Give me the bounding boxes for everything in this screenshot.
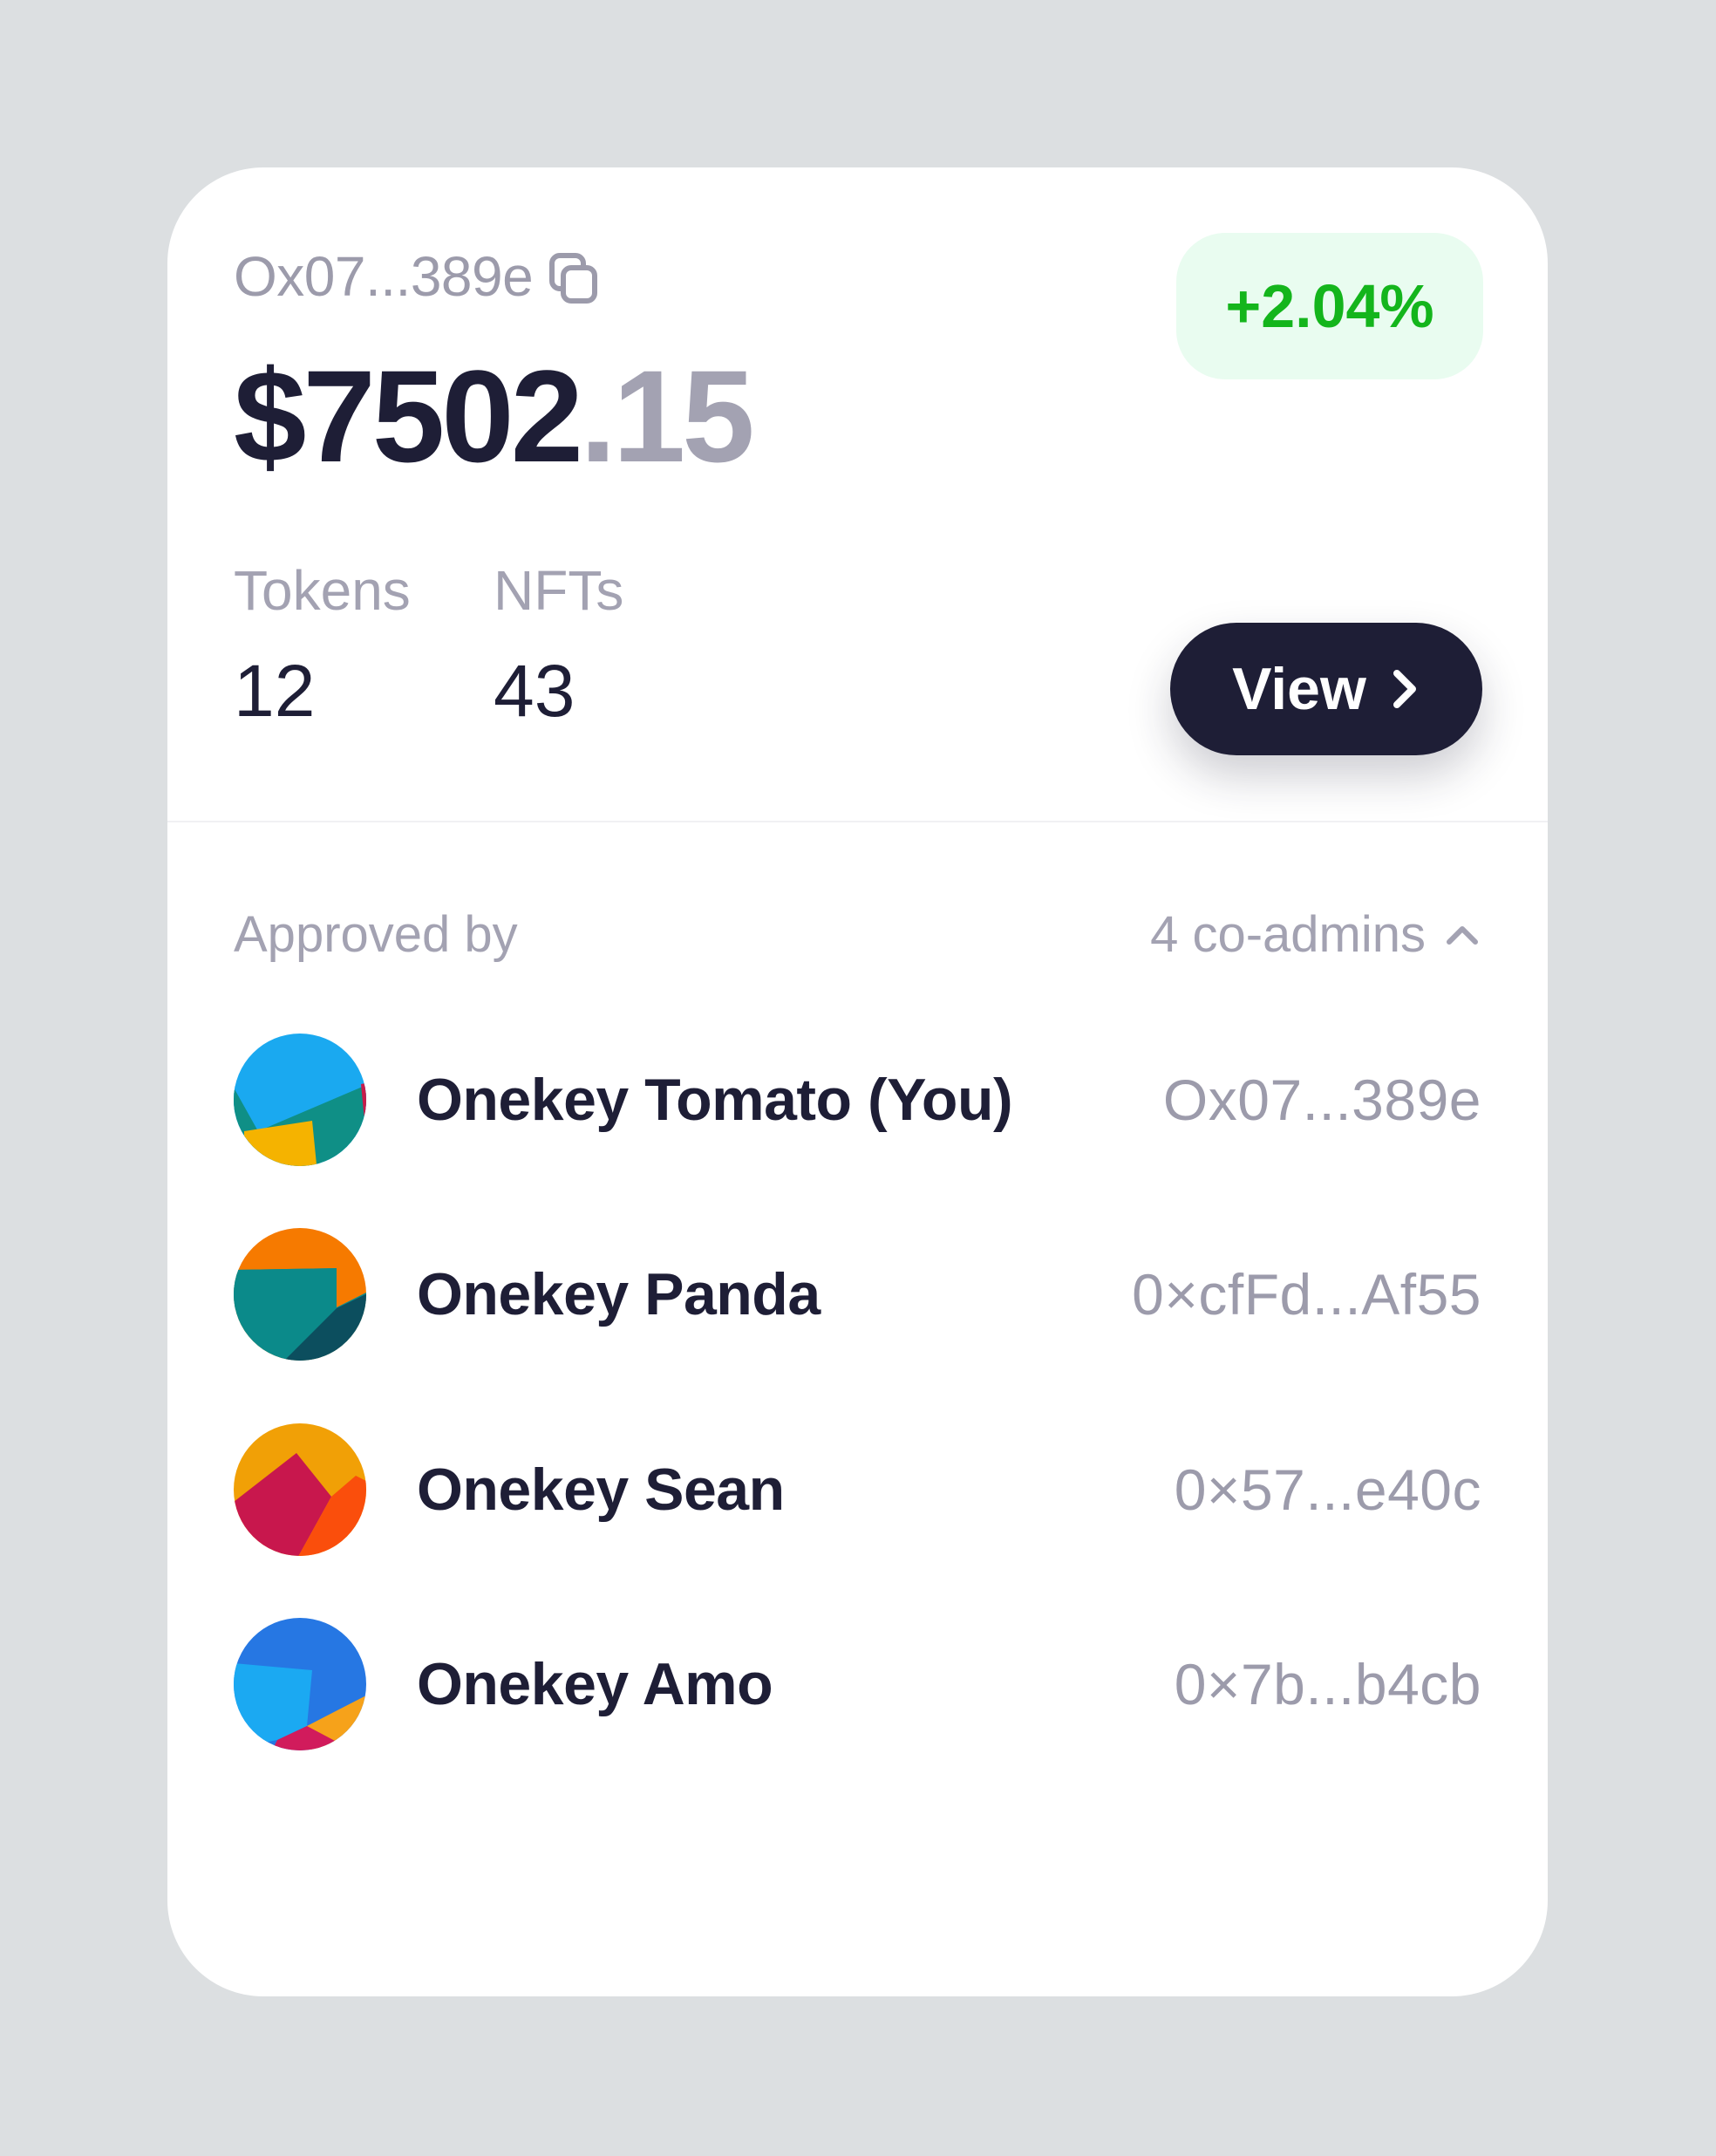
co-admins-toggle[interactable]: 4 co-admins: [1150, 900, 1480, 970]
admin-name: Onekey Sean: [417, 1457, 785, 1523]
approved-by-label: Approved by: [234, 906, 518, 963]
admin-name: Onekey Panda: [417, 1261, 821, 1327]
copy-icon[interactable]: [548, 252, 599, 304]
avatar: [234, 1618, 366, 1750]
tokens-stat: Tokens 12: [234, 556, 411, 739]
admin-address: 0×cfFd...Af55: [1132, 1262, 1481, 1327]
wallet-balance: $7502.15: [234, 333, 755, 499]
view-button-label: View: [1232, 656, 1366, 722]
divider: [167, 821, 1548, 822]
wallet-card: Ox07...389e $7502.15 +2.04% Tokens 12 NF…: [167, 167, 1548, 1996]
nfts-stat: NFTs 43: [494, 556, 623, 739]
balance-whole: $7502: [234, 343, 583, 489]
co-admins-count: 4 co-admins: [1150, 906, 1426, 963]
admin-row[interactable]: Onekey Tomato (You) Ox07...389e: [234, 1034, 1481, 1166]
chevron-right-icon: [1393, 670, 1416, 708]
avatar: [234, 1423, 366, 1556]
wallet-address: Ox07...389e: [234, 245, 534, 308]
admin-name: Onekey Tomato (You): [417, 1067, 1013, 1133]
admin-address: 0×7b...b4cb: [1174, 1652, 1481, 1716]
nfts-label: NFTs: [494, 559, 624, 622]
admin-row[interactable]: Onekey Panda 0×cfFd...Af55: [234, 1228, 1481, 1361]
admin-row[interactable]: Onekey Amo 0×7b...b4cb: [234, 1618, 1481, 1750]
tokens-value: 12: [234, 650, 316, 732]
avatar: [234, 1034, 366, 1166]
view-button[interactable]: View: [1170, 623, 1482, 755]
nfts-value: 43: [494, 650, 575, 732]
admin-row[interactable]: Onekey Sean 0×57...e40c: [234, 1423, 1481, 1556]
admin-address: Ox07...389e: [1162, 1068, 1481, 1132]
avatar: [234, 1228, 366, 1361]
admin-name: Onekey Amo: [417, 1651, 773, 1717]
tokens-label: Tokens: [234, 559, 411, 622]
chevron-up-icon: [1447, 926, 1478, 945]
balance-cents: .15: [580, 343, 755, 489]
admin-address: 0×57...e40c: [1174, 1457, 1481, 1522]
change-badge: +2.04%: [1176, 233, 1483, 379]
wallet-address-row: Ox07...389e: [234, 244, 599, 309]
